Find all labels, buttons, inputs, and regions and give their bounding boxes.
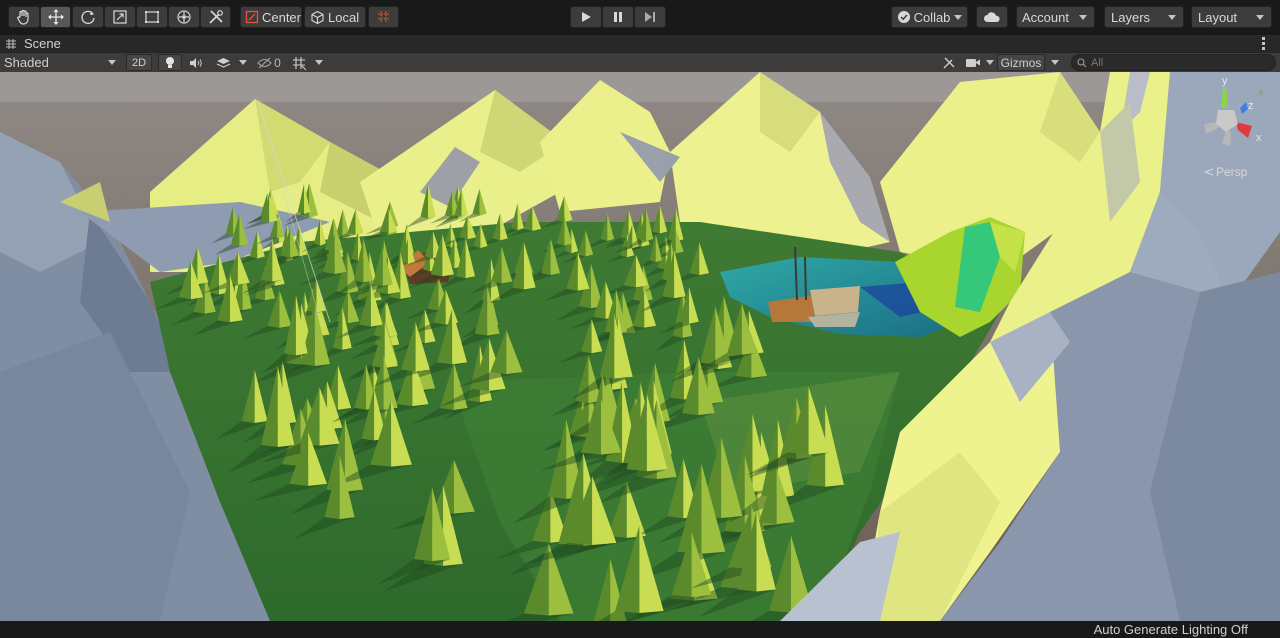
effects-dropdown[interactable] [236,54,250,71]
hand-tool-button[interactable] [8,6,40,28]
projection-toggle[interactable]: Persp [1204,165,1247,179]
light-bulb-icon [166,57,174,68]
scene-view-toolbar: Shaded 2D 0 Gizmos All [0,52,1280,72]
scene-render [0,72,1280,621]
chevron-down-icon [1079,14,1087,20]
collab-dropdown[interactable]: Collab [891,6,968,28]
layers-label: Layers [1111,9,1151,25]
account-label: Account [1022,9,1069,25]
grid-snap-icon [292,56,306,70]
scene-grid-icon [6,38,16,49]
lock-icon[interactable] [1259,90,1263,95]
lighting-toggle[interactable] [158,54,182,71]
pivot-local-label: Local [328,9,360,25]
grid-snap-icon [377,11,390,23]
cloud-button[interactable] [976,6,1008,28]
pivot-local-button[interactable]: Local [304,6,366,28]
camera-icon [966,59,980,67]
transform-icon [177,10,191,24]
effects-layers-icon [216,58,230,68]
axis-z-label: z [1248,100,1254,112]
move-arrows-icon [47,9,64,25]
chevron-down-icon [1256,14,1264,20]
tools-icon [208,10,223,24]
toggle-2d-label: 2D [131,56,147,69]
scene-tab-bar: Scene [0,35,1280,52]
kebab-menu-icon[interactable] [1262,37,1266,51]
tools-icon [943,57,955,68]
perspective-icon [1204,168,1214,176]
axis-y-label: y [1222,75,1228,87]
axis-x-arrow[interactable] [1236,122,1252,138]
pivot-center-icon [245,10,259,24]
projection-label: Persp [1216,165,1248,179]
scene-tools-button[interactable] [938,54,960,71]
audio-toggle[interactable] [184,54,208,71]
play-button[interactable] [570,6,602,28]
hand-icon [17,9,29,25]
status-text: Auto Generate Lighting Off [1093,622,1248,637]
snap-grid-button[interactable] [368,6,399,28]
axis-x-label: x [1256,132,1262,144]
hidden-objects-toggle[interactable]: 0 [254,54,284,71]
tab-scene[interactable]: Scene [4,35,61,52]
scene-search-field[interactable] [1071,54,1276,71]
scale-tool-button[interactable] [104,6,136,28]
pivot-center-button[interactable]: Center [240,6,302,28]
search-icon [1077,57,1087,67]
step-button[interactable] [634,6,666,28]
chevron-down-icon [1051,60,1059,65]
custom-tool-button[interactable] [200,6,231,28]
scale-icon [113,10,127,24]
layout-label: Layout [1198,9,1238,25]
move-tool-button[interactable] [40,6,71,28]
axis-z-arrow[interactable] [1240,102,1248,114]
grid-toggle[interactable] [288,54,310,71]
rotate-icon [81,10,95,24]
gizmo-center-cube[interactable] [1216,110,1238,132]
transform-tool-button[interactable] [168,6,200,28]
tab-scene-label: Scene [24,36,61,51]
scene-viewport[interactable]: y z x Persp [0,72,1280,621]
layout-dropdown[interactable]: Layout [1191,6,1272,28]
chevron-down-icon [108,60,116,65]
collab-check-icon [897,11,910,23]
eye-slash-icon [257,57,272,68]
draw-mode-label: Shaded [4,55,49,70]
rect-icon [145,11,159,23]
rotate-tool-button[interactable] [72,6,104,28]
gizmos-dropdown[interactable] [1046,54,1064,71]
toggle-2d-button[interactable]: 2D [126,54,152,71]
play-icon [582,12,591,22]
gizmos-button[interactable]: Gizmos [997,54,1045,71]
draw-mode-dropdown[interactable]: Shaded [4,54,120,71]
pivot-center-label: Center [261,9,301,25]
chevron-down-icon [954,14,963,20]
orientation-gizmo[interactable]: y z x [1196,75,1266,158]
chevron-down-icon [986,60,994,65]
speaker-icon [190,57,202,68]
account-dropdown[interactable]: Account [1016,6,1095,28]
cloud-icon [984,12,1000,22]
local-cube-icon [311,10,324,24]
axis-y-arrow[interactable] [1221,87,1228,108]
rect-tool-button[interactable] [136,6,168,28]
grid-dropdown[interactable] [312,54,326,71]
collab-label: Collab [913,9,951,25]
step-icon [645,12,655,22]
effects-toggle[interactable] [210,54,236,71]
pause-button[interactable] [602,6,634,28]
chevron-down-icon [239,60,247,65]
camera-button[interactable] [962,54,984,71]
hidden-count: 0 [274,55,281,70]
search-input[interactable] [1091,56,1261,69]
camera-dropdown[interactable] [984,54,996,71]
pause-icon [614,12,622,22]
gizmos-label: Gizmos [1000,55,1042,70]
chevron-down-icon [1168,14,1176,20]
chevron-down-icon [315,60,323,65]
status-bar: Auto Generate Lighting Off [0,621,1280,638]
layers-dropdown[interactable]: Layers [1104,6,1184,28]
main-toolbar: Center Local Collab Account Layers Layou… [0,0,1280,36]
